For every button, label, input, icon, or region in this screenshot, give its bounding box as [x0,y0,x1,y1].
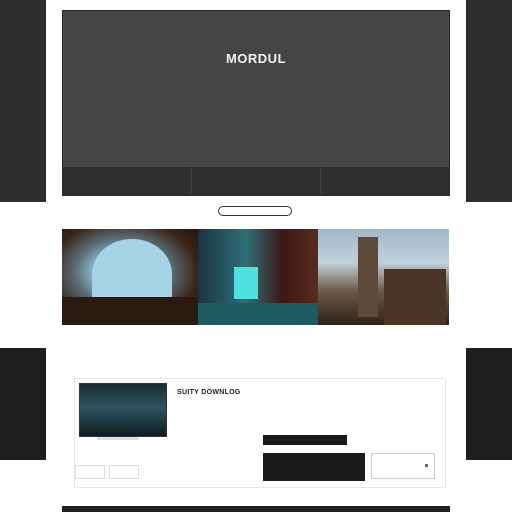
chevron-down-icon [425,464,428,467]
gallery-image-cavern[interactable] [62,229,198,325]
card-dark-bar [263,435,347,445]
nav-item-3[interactable] [321,167,449,195]
card-select-field[interactable] [371,453,435,479]
product-card: SUITY DOWNLOG [74,378,446,488]
card-title: SUITY DOWNLOG [177,389,241,396]
city-tower [358,237,378,317]
device-preview-image[interactable] [79,383,167,437]
gallery-image-city[interactable] [318,229,449,325]
thumbnail-1[interactable] [75,465,105,479]
right-top-band [466,0,512,202]
nav-item-1[interactable] [63,167,192,195]
city-building [384,269,446,325]
gallery-image-interior[interactable] [198,229,318,325]
hero-title: MORDUL [225,51,287,66]
section-heading-button[interactable] [218,206,292,216]
card-action-button[interactable] [263,453,365,481]
hero-banner: MORDUL [62,10,450,196]
page: MORDUL SUITY DOWNLOG [46,0,466,512]
left-mid-band [0,348,46,460]
right-mid-band [466,348,512,460]
thumbnail-row [75,465,139,479]
interior-floor [198,303,318,325]
image-gallery [62,229,449,325]
cavern-ground [62,297,198,325]
hero-nav [63,167,449,195]
device-stand [97,437,139,440]
left-top-band [0,0,46,202]
nav-item-2[interactable] [192,167,321,195]
footer-bar [62,506,450,512]
interior-window [234,267,258,299]
thumbnail-2[interactable] [109,465,139,479]
